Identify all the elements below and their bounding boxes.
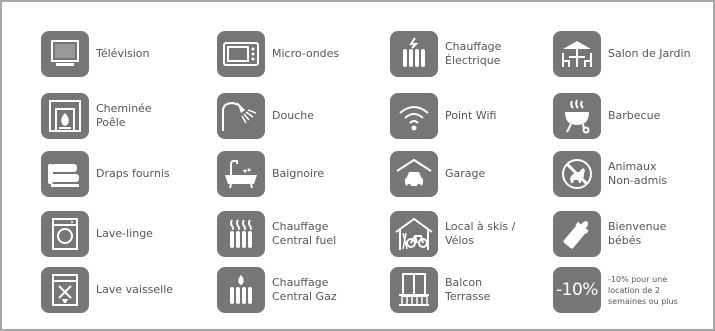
- discount-badge-text: -10%: [556, 280, 598, 300]
- amenity-label-line: Bienvenue: [608, 220, 667, 233]
- amenity-label-line: Local à skis /: [445, 220, 516, 233]
- amenity-label-line: -10% pour une: [608, 274, 668, 284]
- shower-icon: [217, 93, 265, 139]
- amenity-item: Cheminée Poêle: [41, 93, 152, 139]
- amenity-label-line: Central Gaz: [272, 290, 337, 303]
- amenity-label: Local à skis / Vélos: [445, 220, 515, 248]
- fuel-heating-icon: [217, 211, 265, 257]
- amenity-label-line: Chauffage: [445, 40, 502, 53]
- amenity-label-line: bébés: [608, 234, 642, 247]
- garage-icon: [390, 151, 438, 197]
- amenity-item: Douche: [217, 93, 314, 139]
- amenity-label-line: Barbecue: [608, 109, 661, 122]
- amenity-item: Animaux Non-admis: [553, 151, 667, 197]
- amenity-label: Garage: [445, 167, 485, 181]
- amenity-label-line: Balcon: [445, 276, 483, 289]
- electric-heater-icon: [390, 31, 438, 77]
- amenity-label-line: Électrique: [445, 54, 501, 67]
- amenity-item: Télévision: [41, 31, 150, 77]
- amenity-label: Chauffage Central Gaz: [272, 276, 337, 304]
- towels-icon: [41, 151, 89, 197]
- amenity-label-line: Point Wifi: [445, 109, 497, 122]
- garden-furniture-icon: [553, 31, 601, 77]
- amenity-label-line: Baignoire: [272, 167, 325, 180]
- amenity-label: Point Wifi: [445, 109, 496, 123]
- washing-machine-icon: [41, 211, 89, 257]
- amenity-label-line: Salon de Jardin: [608, 47, 691, 60]
- amenity-item: Salon de Jardin: [553, 31, 691, 77]
- amenity-label: Salon de Jardin: [608, 47, 691, 61]
- amenity-label-line: Poêle: [96, 116, 126, 129]
- amenity-label-line: Central fuel: [272, 234, 337, 247]
- amenity-label: Lave vaisselle: [96, 283, 173, 297]
- ski-bike-storage-icon: [390, 211, 438, 257]
- amenity-label: Cheminée Poêle: [96, 102, 152, 130]
- amenity-label-line: Chauffage: [272, 220, 329, 233]
- amenity-label-line: Cheminée: [96, 102, 152, 115]
- dishwasher-icon: [41, 267, 89, 313]
- amenity-label-line: Terrasse: [445, 290, 491, 303]
- microwave-icon: [217, 31, 265, 77]
- no-pets-icon: [553, 151, 601, 197]
- amenity-item: Lave vaisselle: [41, 267, 173, 313]
- amenity-item: -10% -10% pour une location de 2 semaines o…: [553, 267, 678, 313]
- amenity-label-line: Draps fournis: [96, 167, 170, 180]
- amenity-label: Animaux Non-admis: [608, 160, 667, 188]
- amenity-item: Point Wifi: [390, 93, 496, 139]
- amenity-item: Chauffage Électrique: [390, 31, 501, 77]
- amenity-item: Lave-linge: [41, 211, 153, 257]
- amenity-label: Télévision: [96, 47, 150, 61]
- amenity-label-line: Animaux: [608, 160, 657, 173]
- amenity-label-line: Télévision: [96, 47, 150, 60]
- barbecue-icon: [553, 93, 601, 139]
- amenity-label-line: Lave-linge: [96, 227, 153, 240]
- amenity-label: -10% pour une location de 2 semaines ou pl…: [608, 274, 678, 307]
- balcony-icon: [390, 267, 438, 313]
- amenity-item: Draps fournis: [41, 151, 170, 197]
- amenity-label-line: Garage: [445, 167, 486, 180]
- amenity-label: Draps fournis: [96, 167, 170, 181]
- amenity-item: Micro-ondes: [217, 31, 339, 77]
- gas-heating-icon: [217, 267, 265, 313]
- bathtub-icon: [217, 151, 265, 197]
- amenity-item: Barbecue: [553, 93, 660, 139]
- amenity-label: Baignoire: [272, 167, 324, 181]
- amenity-label-line: Non-admis: [608, 174, 668, 187]
- amenity-item: Bienvenue bébés: [553, 211, 666, 257]
- amenity-label: Barbecue: [608, 109, 660, 123]
- amenity-label: Douche: [272, 109, 314, 123]
- amenity-label-line: Lave vaisselle: [96, 283, 174, 296]
- amenity-item: Chauffage Central fuel: [217, 211, 336, 257]
- amenity-label-line: Chauffage: [272, 276, 329, 289]
- amenity-label-line: Douche: [272, 109, 314, 122]
- amenity-label: Chauffage Électrique: [445, 40, 501, 68]
- amenity-label: Balcon Terrasse: [445, 276, 490, 304]
- fireplace-icon: [41, 93, 89, 139]
- amenity-item: Chauffage Central Gaz: [217, 267, 337, 313]
- tv-icon: [41, 31, 89, 77]
- baby-bottle-icon: [553, 211, 601, 257]
- amenity-label-line: location de 2: [608, 285, 660, 295]
- amenity-item: Garage: [390, 151, 485, 197]
- amenity-item: Balcon Terrasse: [390, 267, 490, 313]
- wifi-icon: [390, 93, 438, 139]
- amenities-panel: Télévision Micro-ondes Chauffage Électrique…: [0, 0, 715, 331]
- amenity-item: Baignoire: [217, 151, 324, 197]
- amenity-label: Lave-linge: [96, 227, 153, 241]
- amenity-label: Chauffage Central fuel: [272, 220, 336, 248]
- amenity-label: Micro-ondes: [272, 47, 339, 61]
- amenity-label-line: semaines ou plus: [608, 296, 678, 306]
- amenity-label-line: Vélos: [445, 234, 474, 247]
- amenity-label: Bienvenue bébés: [608, 220, 666, 248]
- amenity-label-line: Micro-ondes: [272, 47, 340, 60]
- amenity-item: Local à skis / Vélos: [390, 211, 515, 257]
- discount-icon: -10%: [553, 267, 601, 313]
